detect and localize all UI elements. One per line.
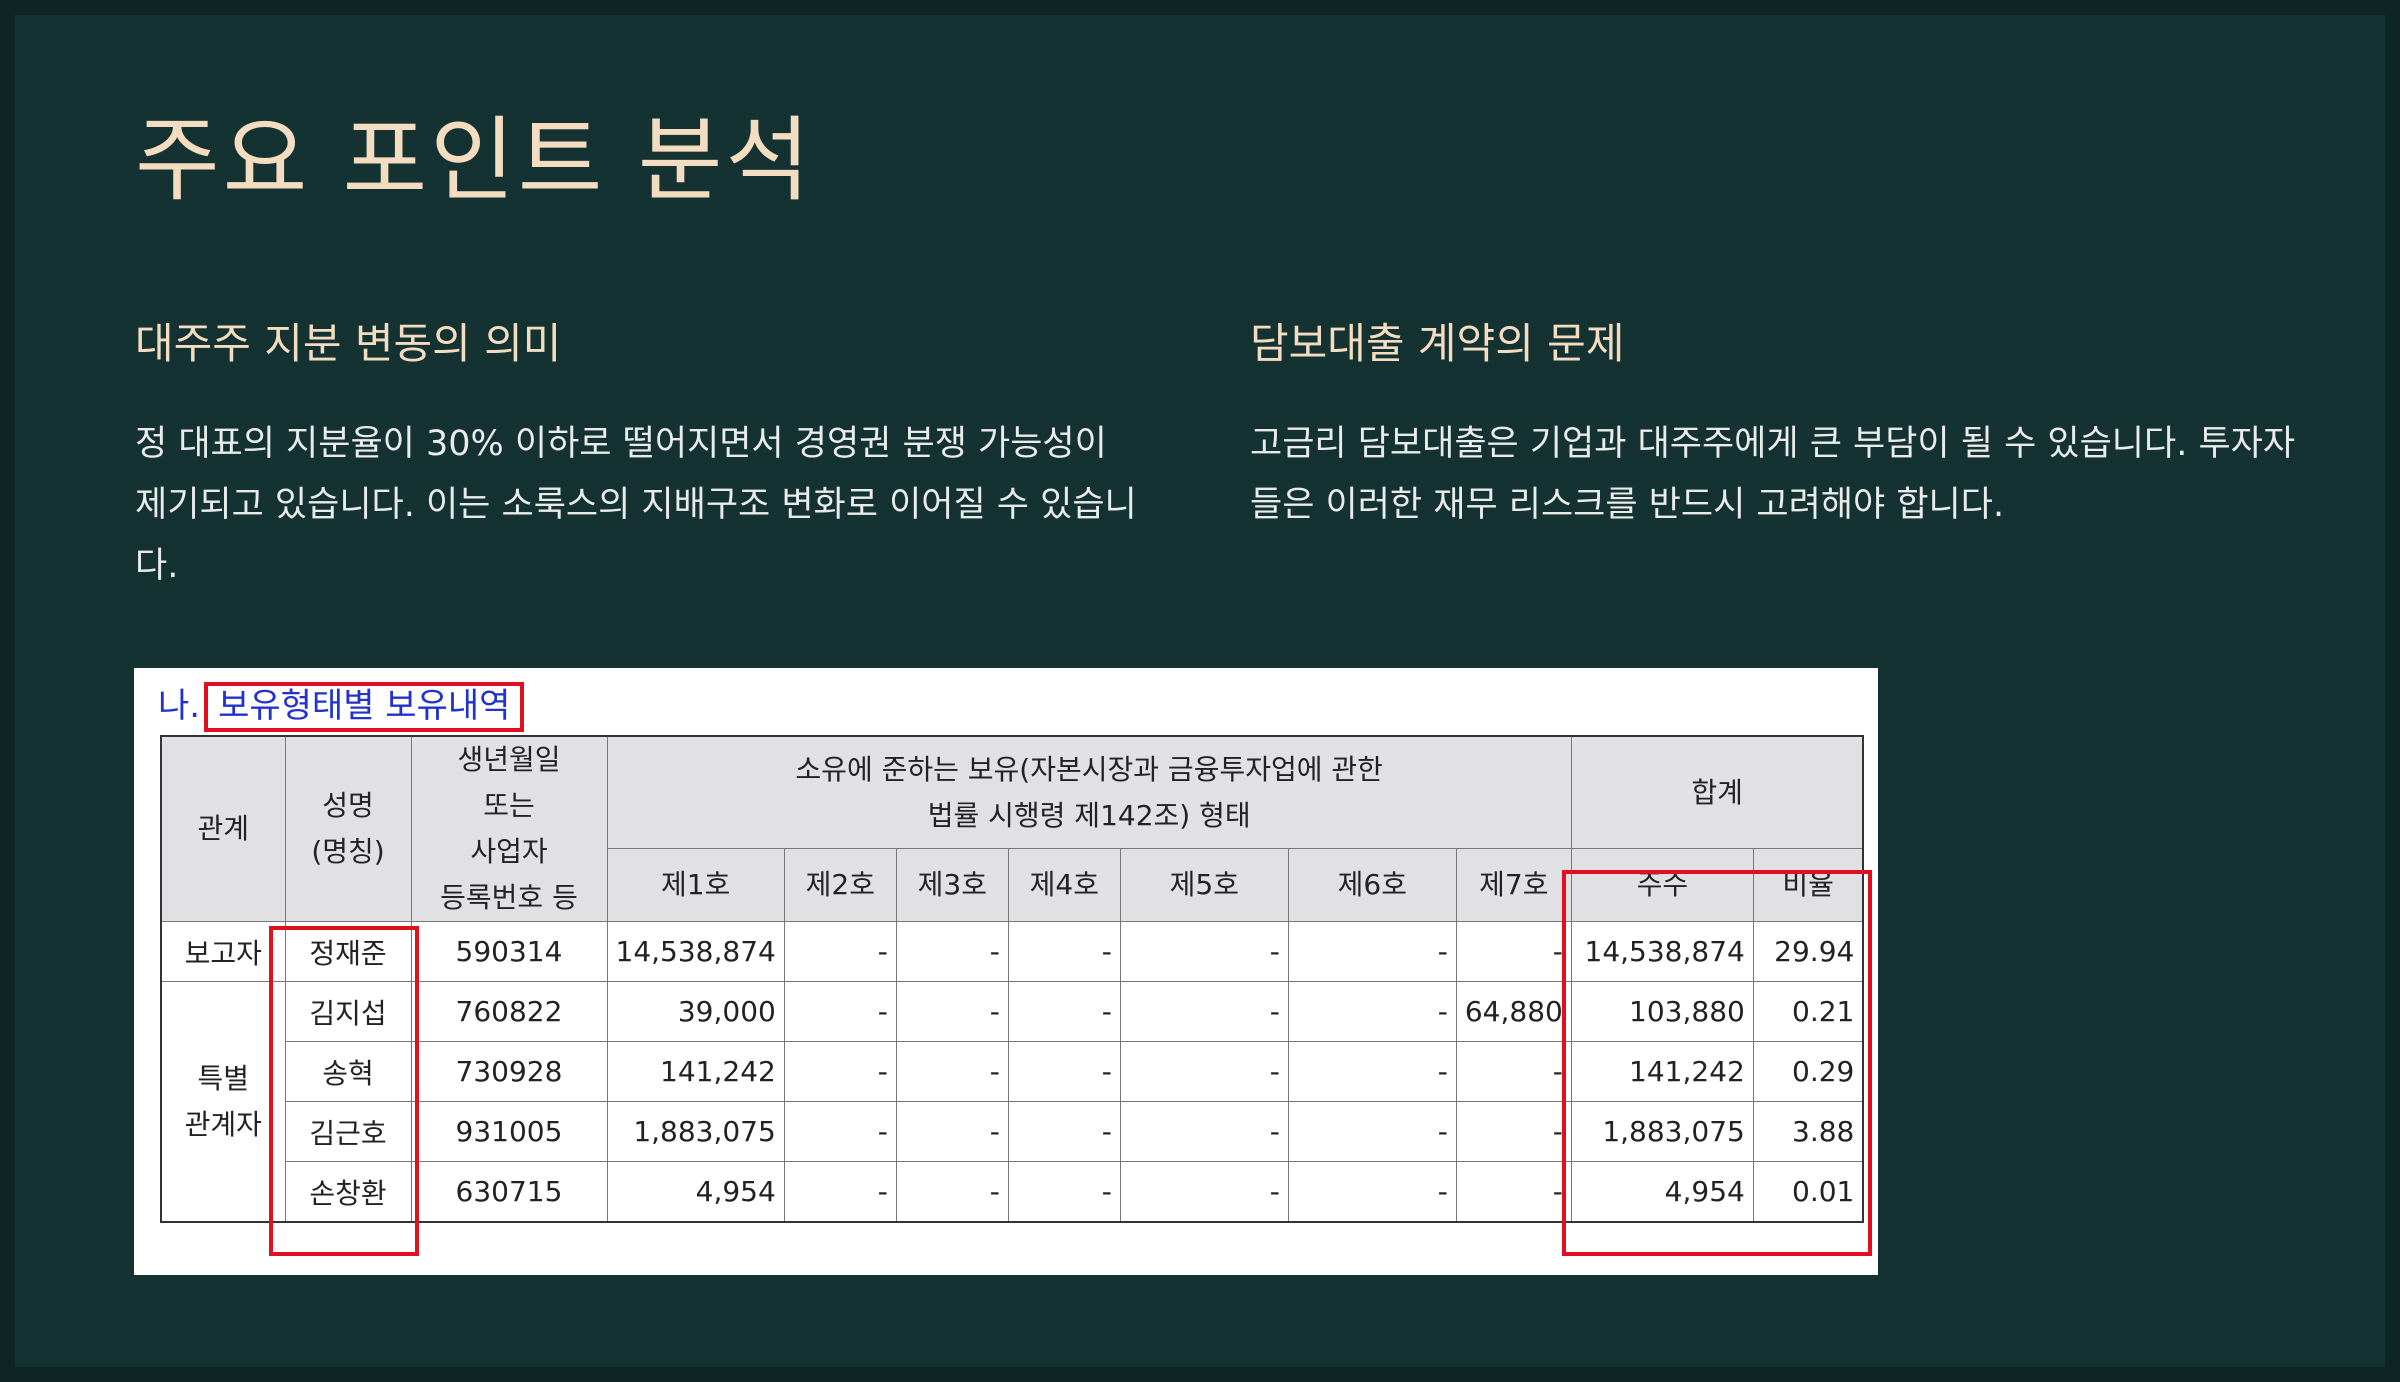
form-3-cell: - <box>895 1101 1009 1162</box>
form-4-cell: - <box>1007 1161 1121 1223</box>
header-form-1: 제1호 <box>606 848 785 922</box>
form-6-cell: - <box>1287 981 1457 1042</box>
form-7-cell: - <box>1455 1101 1572 1162</box>
header-name: 성명 (명칭) <box>284 735 412 922</box>
header-relation: 관계 <box>160 735 286 922</box>
section-loan-contract: 담보대출 계약의 문제 고금리 담보대출은 기업과 대주주에게 큰 부담이 될 … <box>1250 317 2310 536</box>
header-form-3: 제3호 <box>895 848 1009 922</box>
form-6-cell: - <box>1287 1101 1457 1162</box>
relation-cell: 특별 관계자 <box>160 981 286 1223</box>
header-total: 합계 <box>1570 735 1864 850</box>
form-2-cell: - <box>783 1041 897 1102</box>
header-form-5: 제5호 <box>1119 848 1289 922</box>
form-2-cell: - <box>783 1101 897 1162</box>
section-heading: 담보대출 계약의 문제 <box>1250 319 1625 368</box>
form-5-cell: - <box>1119 1101 1289 1162</box>
total-column-highlight <box>1562 870 1872 1256</box>
table-caption: 나. 보유형태별 보유내역 <box>158 678 525 732</box>
form-4-cell: - <box>1007 1041 1121 1102</box>
caption-title: 보유형태별 보유내역 <box>204 682 525 732</box>
form-3-cell: - <box>895 981 1009 1042</box>
form-6-cell: - <box>1287 1041 1457 1102</box>
form-5-cell: - <box>1119 1041 1289 1102</box>
form-2-cell: - <box>783 1161 897 1223</box>
form-3-cell: - <box>895 1041 1009 1102</box>
form-5-cell: - <box>1119 1161 1289 1223</box>
relation-cell: 보고자 <box>160 921 286 982</box>
birth-cell: 590314 <box>410 921 608 982</box>
form-1-cell: 141,242 <box>606 1041 785 1102</box>
birth-cell: 730928 <box>410 1041 608 1102</box>
birth-cell: 630715 <box>410 1161 608 1223</box>
form-7-cell: - <box>1455 1161 1572 1223</box>
form-1-cell: 4,954 <box>606 1161 785 1223</box>
page-title: 주요 포인트 분석 <box>135 107 813 214</box>
birth-cell: 760822 <box>410 981 608 1042</box>
holdings-table-image: 나. 보유형태별 보유내역 관계 성명 (명칭) 생년월일 또는 사업자 등록번호… <box>134 668 1878 1275</box>
form-3-cell: - <box>895 1161 1009 1223</box>
form-6-cell: - <box>1287 921 1457 982</box>
form-5-cell: - <box>1119 921 1289 982</box>
section-body: 고금리 담보대출은 기업과 대주주에게 큰 부담이 될 수 있습니다. 투자자들… <box>1250 423 2296 525</box>
form-4-cell: - <box>1007 981 1121 1042</box>
name-column-highlight <box>269 926 419 1256</box>
header-form-7: 제7호 <box>1455 848 1572 922</box>
form-7-cell: - <box>1455 921 1572 982</box>
caption-prefix: 나. <box>158 686 201 726</box>
birth-cell: 931005 <box>410 1101 608 1162</box>
header-form-4: 제4호 <box>1007 848 1121 922</box>
section-heading: 대주주 지분 변동의 의미 <box>135 319 562 368</box>
header-holding-form: 소유에 준하는 보유(자본시장과 금융투자업에 관한 법률 시행령 제142조)… <box>606 735 1572 850</box>
form-3-cell: - <box>895 921 1009 982</box>
form-4-cell: - <box>1007 1101 1121 1162</box>
header-birth: 생년월일 또는 사업자 등록번호 등 <box>410 735 608 922</box>
form-4-cell: - <box>1007 921 1121 982</box>
header-form-6: 제6호 <box>1287 848 1457 922</box>
form-2-cell: - <box>783 981 897 1042</box>
form-5-cell: - <box>1119 981 1289 1042</box>
section-body: 정 대표의 지분율이 30% 이하로 떨어지면서 경영권 분쟁 가능성이 제기되… <box>135 423 1137 586</box>
form-1-cell: 1,883,075 <box>606 1101 785 1162</box>
form-7-cell: - <box>1455 1041 1572 1102</box>
form-7-cell: 64,880 <box>1455 981 1572 1042</box>
section-shareholder-change: 대주주 지분 변동의 의미 정 대표의 지분율이 30% 이하로 떨어지면서 경… <box>135 317 1145 597</box>
form-6-cell: - <box>1287 1161 1457 1223</box>
form-2-cell: - <box>783 921 897 982</box>
header-row: 관계 성명 (명칭) 생년월일 또는 사업자 등록번호 등 소유에 준하는 보유… <box>160 735 1864 922</box>
form-1-cell: 39,000 <box>606 981 785 1042</box>
header-form-2: 제2호 <box>783 848 897 922</box>
form-1-cell: 14,538,874 <box>606 921 785 982</box>
